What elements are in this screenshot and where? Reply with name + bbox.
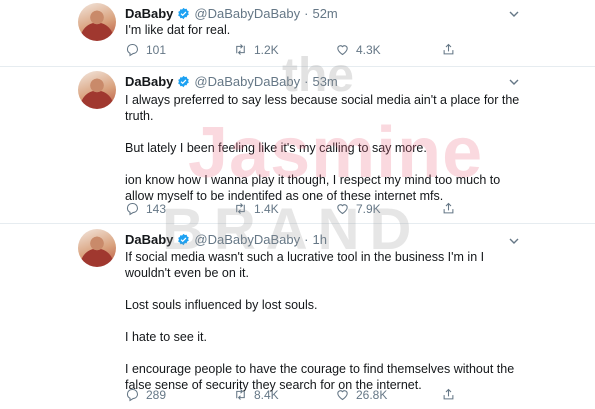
avatar[interactable] bbox=[78, 3, 116, 41]
retweet-count: 1.2K bbox=[254, 42, 279, 57]
tweet[interactable]: DaBaby @DaBabyDaBaby · 52m I'm like dat … bbox=[0, 0, 595, 67]
retweet-icon bbox=[236, 44, 245, 55]
separator-dot: · bbox=[304, 5, 309, 21]
tweet-time[interactable]: 52m bbox=[312, 6, 337, 21]
chevron-down-icon[interactable] bbox=[508, 8, 520, 20]
tweet-feed: DaBaby @DaBabyDaBaby · 52m I'm like dat … bbox=[0, 0, 595, 409]
tweet[interactable] bbox=[0, 67, 595, 224]
reply-icon bbox=[126, 43, 139, 57]
author-name[interactable]: DaBaby bbox=[125, 6, 173, 21]
reply-button[interactable]: 101 bbox=[125, 42, 166, 57]
share-icon bbox=[443, 43, 454, 55]
tweet[interactable] bbox=[0, 224, 595, 409]
share-button[interactable] bbox=[441, 42, 456, 57]
retweet-button[interactable]: 1.2K bbox=[233, 42, 279, 57]
tweet-header: DaBaby @DaBabyDaBaby · 52m bbox=[125, 4, 338, 22]
author-handle[interactable]: @DaBabyDaBaby bbox=[194, 6, 300, 21]
like-button[interactable]: 4.3K bbox=[335, 42, 381, 57]
tweet-text: I'm like dat for real. bbox=[125, 22, 530, 38]
verified-badge-icon bbox=[178, 7, 190, 19]
like-count: 4.3K bbox=[356, 42, 381, 57]
tweet-paragraph: I'm like dat for real. bbox=[125, 23, 231, 37]
reply-count: 101 bbox=[146, 42, 167, 57]
like-icon bbox=[337, 45, 348, 56]
